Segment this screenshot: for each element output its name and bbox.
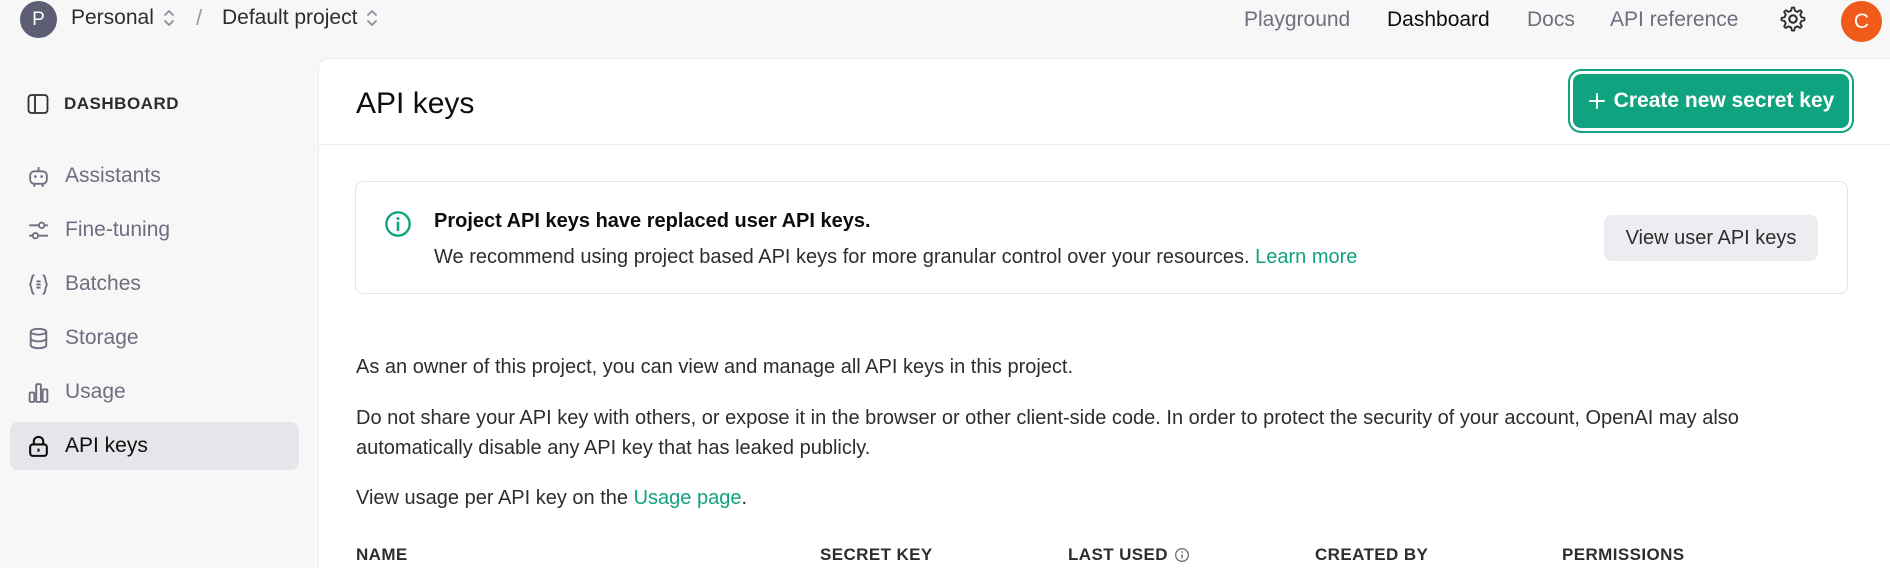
main-panel: API keys Create new secret key Project A…	[318, 58, 1890, 568]
database-icon	[29, 327, 48, 349]
sidebar-item-assistants[interactable]: Assistants	[10, 152, 299, 200]
notice-body: We recommend using project based API key…	[434, 246, 1357, 269]
sidebar-item-api-keys[interactable]: API keys	[10, 422, 299, 470]
info-icon[interactable]	[1174, 547, 1190, 563]
project-switcher[interactable]: Default project	[222, 6, 379, 30]
column-header-label: LAST USED	[1068, 545, 1168, 564]
create-secret-key-label: Create new secret key	[1613, 89, 1835, 112]
plus-icon	[1588, 93, 1605, 109]
usage-info-text: View usage per API key on the Usage page…	[356, 483, 1836, 513]
create-secret-key-button[interactable]: Create new secret key	[1573, 74, 1849, 128]
braces-icon	[29, 273, 48, 295]
nav-docs[interactable]: Docs	[1527, 8, 1575, 32]
breadcrumb-separator: /	[196, 5, 203, 30]
security-warning-text: Do not share your API key with others, o…	[356, 407, 1739, 459]
org-name: Personal	[71, 6, 154, 29]
nav-dashboard[interactable]: Dashboard	[1387, 8, 1490, 32]
sidebar-item-label: Fine-tuning	[65, 218, 171, 241]
org-avatar[interactable]: P	[20, 1, 57, 38]
sidebar-item-label: Usage	[65, 380, 126, 403]
sidebar-item-storage[interactable]: Storage	[10, 314, 299, 362]
page-header: API keys Create new secret key	[319, 59, 1890, 145]
sidebar-header: DASHBOARD	[26, 92, 179, 116]
sidebar-item-label: Storage	[65, 326, 139, 349]
sidebar-item-fine-tuning[interactable]: Fine-tuning	[10, 206, 299, 254]
column-header-permissions: PERMISSIONS	[1562, 545, 1685, 564]
sidebar-item-label: API keys	[65, 434, 148, 457]
usage-info-suffix: .	[741, 487, 748, 509]
nav-api-reference[interactable]: API reference	[1610, 8, 1738, 32]
column-header-created-by: CREATED BY	[1315, 545, 1429, 564]
view-user-api-keys-button[interactable]: View user API keys	[1604, 215, 1818, 261]
notice-title: Project API keys have replaced user API …	[434, 210, 871, 232]
sidebar-item-usage[interactable]: Usage	[10, 368, 299, 416]
learn-more-link[interactable]: Learn more	[1255, 246, 1357, 268]
column-header-name: NAME	[356, 545, 408, 564]
org-switcher[interactable]: Personal	[71, 6, 176, 30]
sliders-icon	[29, 221, 48, 239]
info-notice: Project API keys have replaced user API …	[355, 181, 1848, 294]
project-name: Default project	[222, 6, 358, 29]
chevron-up-down-icon	[367, 10, 378, 26]
sidebar-item-batches[interactable]: Batches	[10, 260, 299, 308]
notice-text: We recommend using project based API key…	[434, 246, 1250, 268]
usage-info-prefix: View usage per API key on the	[356, 487, 629, 509]
sidebar-item-label: Assistants	[65, 164, 161, 187]
usage-page-link[interactable]: Usage page	[634, 487, 742, 509]
lock-icon	[29, 435, 48, 457]
robot-icon	[29, 166, 48, 187]
sidebar-title: DASHBOARD	[64, 94, 179, 113]
top-bar: P Personal / Default project Playground …	[0, 0, 1890, 46]
page-title: API keys	[356, 87, 475, 120]
owner-info-text: As an owner of this project, you can vie…	[356, 356, 1074, 378]
sidebar-toggle-icon[interactable]	[26, 92, 50, 116]
column-header-last-used: LAST USED	[1068, 545, 1190, 565]
bar-chart-icon	[28, 382, 49, 403]
info-icon	[385, 211, 411, 237]
nav-playground[interactable]: Playground	[1244, 8, 1350, 32]
chevron-up-down-icon	[163, 10, 174, 26]
column-header-secret-key: SECRET KEY	[820, 545, 933, 564]
user-avatar[interactable]: C	[1841, 1, 1882, 42]
gear-icon[interactable]	[1779, 5, 1807, 33]
sidebar-item-label: Batches	[65, 272, 141, 295]
